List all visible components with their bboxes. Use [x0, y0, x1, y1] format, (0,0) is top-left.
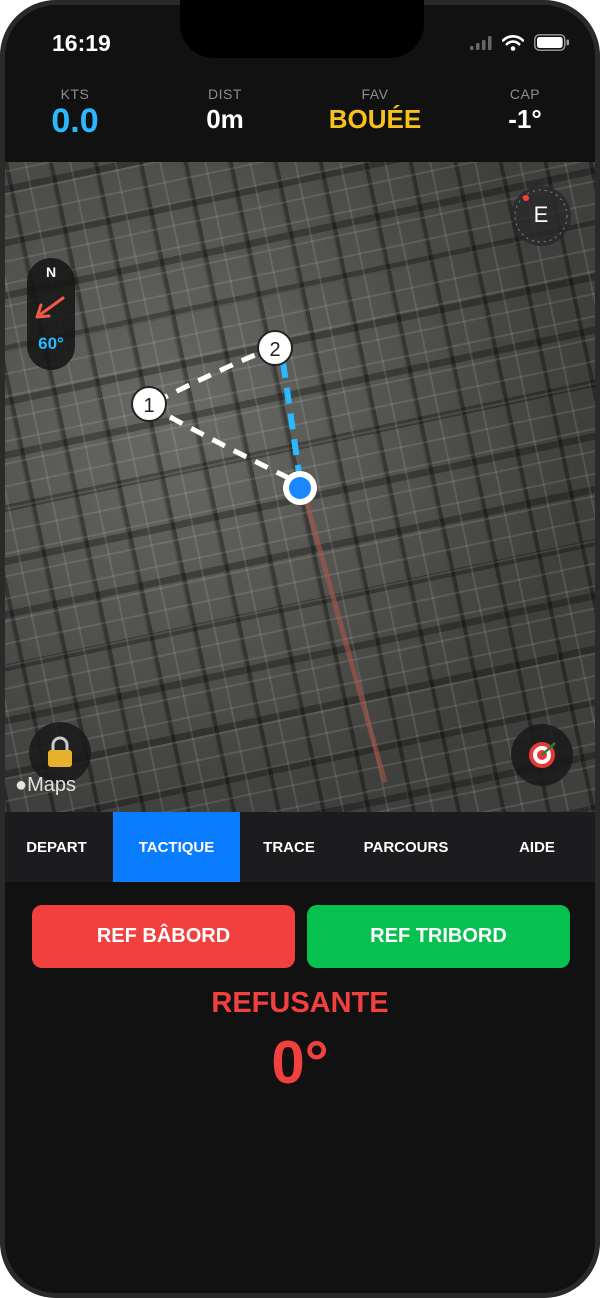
- refusante-label: REFUSANTE: [211, 987, 389, 1019]
- phone-screen: 16:19 KTS 0.0 DIST 0m FAV BOUÉE CAP -1° …: [0, 0, 600, 1298]
- maps-attribution-text: Maps: [27, 774, 76, 796]
- metric-speed-value: 0.0: [51, 102, 99, 140]
- refusante-value: 0°: [271, 1029, 329, 1096]
- location-dot-icon: [283, 471, 317, 505]
- tab-bar: DEPART TACTIQUE TRACE PARCOURS AIDE: [0, 812, 600, 882]
- ref-starboard-button[interactable]: REF TRIBORD: [307, 905, 570, 968]
- metric-heading: CAP -1°: [450, 78, 600, 162]
- status-time: 16:19: [52, 30, 111, 56]
- metric-distance: DIST 0m: [150, 78, 300, 162]
- metric-speed-label: KTS: [60, 86, 90, 102]
- metric-favorite[interactable]: FAV BOUÉE: [300, 78, 450, 162]
- maps-attribution: ●Maps: [15, 774, 76, 797]
- metric-distance-label: DIST: [208, 86, 242, 102]
- tab-tactique[interactable]: TACTIQUE: [113, 812, 240, 882]
- waypoint-1-label: 1: [143, 395, 154, 417]
- target-button[interactable]: [511, 724, 573, 786]
- wind-compass[interactable]: N 60°: [27, 258, 75, 370]
- ref-port-button[interactable]: REF BÂBORD: [32, 905, 295, 968]
- waypoint-2-label: 2: [269, 339, 280, 361]
- compass-north-label: N: [45, 264, 57, 280]
- apple-logo-icon: ●: [15, 774, 28, 796]
- metric-heading-label: CAP: [509, 86, 541, 102]
- compass-button[interactable]: E: [511, 186, 571, 246]
- reference-buttons: REF BÂBORD REF TRIBORD: [32, 905, 570, 968]
- arrow-icon: [35, 296, 65, 319]
- metric-speed: KTS 0.0: [0, 78, 150, 162]
- wifi-icon: [502, 34, 524, 51]
- waypoint-2[interactable]: 2: [257, 330, 293, 366]
- metric-favorite-label: FAV: [361, 86, 389, 102]
- metric-heading-value: -1°: [508, 104, 542, 134]
- tab-depart[interactable]: DEPART: [0, 812, 113, 882]
- battery-icon: [534, 34, 569, 51]
- lock-icon: [48, 736, 72, 767]
- metric-distance-value: 0m: [206, 104, 244, 134]
- tab-aide[interactable]: AIDE: [474, 812, 600, 882]
- wind-angle: 60°: [38, 334, 64, 353]
- compass-east-label: E: [533, 202, 549, 227]
- satellite-map[interactable]: 1 2 N 60° E ●Maps: [5, 162, 595, 812]
- notch: [180, 0, 424, 58]
- target-icon: [529, 742, 556, 768]
- signal-icon: [470, 35, 492, 50]
- metric-favorite-value[interactable]: BOUÉE: [300, 104, 450, 135]
- metrics-bar: KTS 0.0 DIST 0m FAV BOUÉE CAP -1°: [0, 78, 600, 162]
- route-overlay: 1 2: [131, 330, 388, 783]
- waypoint-1[interactable]: 1: [131, 386, 167, 422]
- tab-trace[interactable]: TRACE: [240, 812, 338, 882]
- tab-parcours[interactable]: PARCOURS: [338, 812, 474, 882]
